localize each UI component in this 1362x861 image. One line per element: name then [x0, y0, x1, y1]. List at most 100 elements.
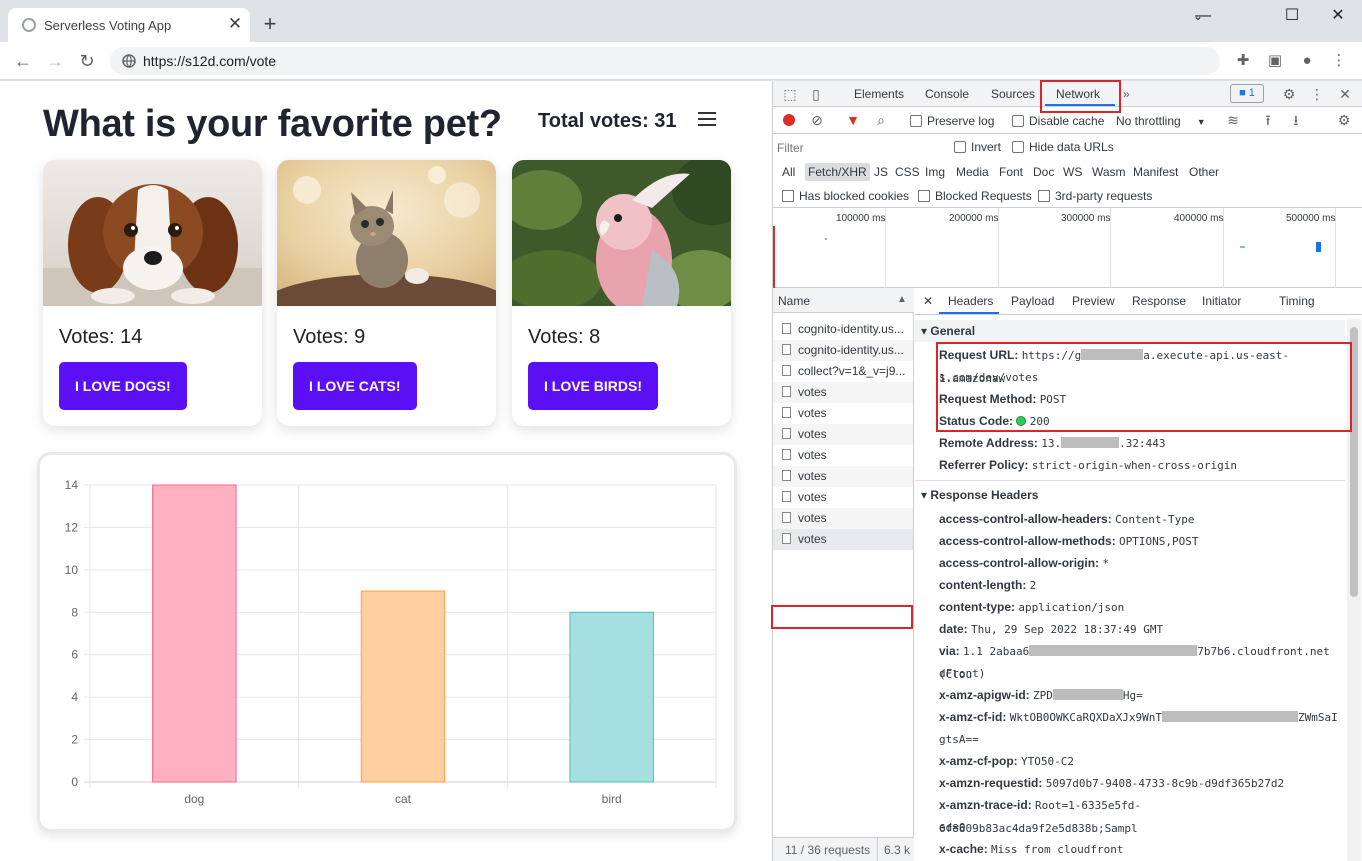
type-ws[interactable]: WS [1060, 163, 1085, 181]
close-window-button[interactable]: ✕ [1316, 4, 1360, 28]
third-party-checkbox[interactable]: 3rd-party requests [1038, 189, 1152, 203]
network-overview-timeline[interactable]: 100000 ms 200000 ms 300000 ms 400000 ms … [773, 208, 1362, 288]
selected-request-highlight [771, 605, 913, 629]
vote-cats-button[interactable]: I LOVE CATS! [293, 362, 417, 410]
type-fetch-xhr[interactable]: Fetch/XHR [805, 163, 870, 181]
blocked-requests-checkbox[interactable]: Blocked Requests [918, 189, 1032, 203]
tab-preview[interactable]: Preview [1072, 294, 1115, 308]
request-row[interactable]: votes [773, 508, 913, 529]
request-row[interactable]: votes [773, 466, 913, 487]
detail-tabbar: ✕ Headers Payload Preview Response Initi… [915, 288, 1362, 315]
record-icon[interactable] [780, 111, 798, 129]
clear-icon[interactable]: ⊘ [808, 111, 826, 129]
remote-address-value: 13. [1041, 437, 1062, 450]
address-bar[interactable]: https://s12d.com/vote [110, 47, 1220, 75]
disable-cache-checkbox[interactable]: Disable cache [1012, 114, 1104, 128]
request-row[interactable]: votes [773, 403, 913, 424]
transferred-size: 6.3 k [877, 838, 910, 861]
more-tabs-icon[interactable]: » [1123, 87, 1130, 101]
throttling-select[interactable]: No throttling ▼ [1116, 114, 1206, 128]
general-section-highlight [936, 342, 1352, 432]
response-header-value: 2 [1029, 579, 1037, 592]
search-icon[interactable]: ⌕ [872, 111, 890, 129]
tab-initiator[interactable]: Initiator [1202, 294, 1241, 308]
network-toolbar: ⊘ ▼ ⌕ Preserve log Disable cache No thro… [773, 108, 1362, 134]
request-count-footer: 11 / 36 requests 6.3 k [773, 837, 914, 861]
type-img[interactable]: Img [922, 163, 948, 181]
kebab-menu-icon[interactable]: ⋮ [1308, 85, 1326, 103]
network-conditions-icon[interactable]: ≋ [1224, 111, 1242, 129]
network-settings-gear-icon[interactable]: ⚙ [1335, 111, 1353, 129]
via-label: via: [939, 644, 960, 658]
export-har-icon[interactable]: ⭳ [1287, 111, 1305, 129]
request-row[interactable]: votes [773, 529, 913, 550]
profile-avatar-icon[interactable]: ● [1294, 48, 1320, 74]
tab-payload[interactable]: Payload [1011, 294, 1054, 308]
filter-bar: Invert Hide data URLs [773, 134, 1362, 160]
site-info-icon[interactable] [122, 54, 136, 68]
maximize-button[interactable]: ☐ [1270, 4, 1314, 28]
extensions-puzzle-icon[interactable]: ✚ [1230, 48, 1256, 74]
filter-icon[interactable]: ▼ [844, 111, 862, 129]
kebab-menu-icon[interactable]: ⋮ [1326, 48, 1352, 74]
request-row[interactable]: votes [773, 424, 913, 445]
request-row[interactable]: votes [773, 382, 913, 403]
request-row[interactable]: votes [773, 445, 913, 466]
vote-dogs-button[interactable]: I LOVE DOGS! [59, 362, 187, 410]
close-detail-icon[interactable]: ✕ [923, 294, 933, 308]
invert-checkbox[interactable]: Invert [954, 140, 1001, 154]
reload-icon[interactable]: ↻ [74, 48, 100, 74]
type-css[interactable]: CSS [892, 163, 923, 181]
type-manifest[interactable]: Manifest [1130, 163, 1181, 181]
request-row[interactable]: votes [773, 487, 913, 508]
gear-icon[interactable]: ⚙ [1280, 85, 1298, 103]
request-row[interactable]: cognito-identity.us... [773, 340, 913, 361]
type-other[interactable]: Other [1186, 163, 1222, 181]
tab-headers[interactable]: Headers [948, 294, 993, 308]
request-row[interactable]: collect?v=1&_v=j9... [773, 361, 913, 382]
close-tab-icon[interactable]: ✕ [226, 15, 244, 33]
tab-timing[interactable]: Timing [1279, 294, 1315, 308]
name-column-header[interactable]: Name ▲ [773, 288, 914, 313]
has-blocked-cookies-checkbox[interactable]: Has blocked cookies [782, 189, 909, 203]
tab-elements[interactable]: Elements [854, 87, 904, 101]
issues-badge[interactable]: ■ 1 [1230, 84, 1264, 103]
import-har-icon[interactable]: ⭱ [1259, 111, 1277, 129]
trace-id-row-cont: ed=0 [939, 816, 1339, 839]
referrer-policy-value: strict-origin-when-cross-origin [1031, 459, 1238, 472]
y-tick-label: 6 [71, 648, 78, 662]
bar-cat [360, 590, 446, 783]
vote-birds-button[interactable]: I LOVE BIRDS! [528, 362, 659, 410]
forward-arrow-icon[interactable]: → [42, 48, 68, 74]
type-all[interactable]: All [779, 163, 798, 181]
minimize-button[interactable]: — [1181, 4, 1225, 28]
redacted-block [1061, 437, 1120, 448]
inspect-element-icon[interactable]: ⬚ [781, 85, 799, 103]
type-doc[interactable]: Doc [1030, 163, 1057, 181]
type-wasm[interactable]: Wasm [1089, 163, 1129, 181]
browser-tab[interactable]: Serverless Voting App ✕ [8, 8, 250, 42]
new-tab-button[interactable]: + [258, 12, 282, 36]
request-name: votes [798, 385, 827, 399]
request-row[interactable]: cognito-identity.us... [773, 319, 913, 340]
referrer-policy-row: Referrer Policy: strict-origin-when-cros… [939, 454, 1339, 477]
hide-data-urls-label: Hide data URLs [1029, 140, 1114, 154]
hide-data-urls-checkbox[interactable]: Hide data URLs [1012, 140, 1114, 154]
filter-input[interactable] [777, 138, 941, 157]
preserve-log-checkbox[interactable]: Preserve log [910, 114, 994, 128]
type-media[interactable]: Media [953, 163, 992, 181]
tab-console[interactable]: Console [925, 87, 969, 101]
back-arrow-icon[interactable]: ← [10, 48, 36, 74]
side-panel-icon[interactable]: ▣ [1262, 48, 1288, 74]
tab-sources[interactable]: Sources [991, 87, 1035, 101]
type-font[interactable]: Font [996, 163, 1026, 181]
close-icon[interactable]: ✕ [1336, 85, 1354, 103]
hamburger-menu-icon[interactable] [698, 112, 716, 128]
tab-response[interactable]: Response [1132, 294, 1186, 308]
total-votes-label: Total votes: 31 [538, 110, 677, 132]
type-js[interactable]: JS [871, 163, 891, 181]
device-toolbar-icon[interactable]: ▯ [807, 85, 825, 103]
response-headers-section-header[interactable]: ▾ Response Headers [915, 484, 1345, 506]
third-party-label: 3rd-party requests [1055, 189, 1153, 203]
general-section-header[interactable]: ▾ General [915, 320, 1345, 342]
